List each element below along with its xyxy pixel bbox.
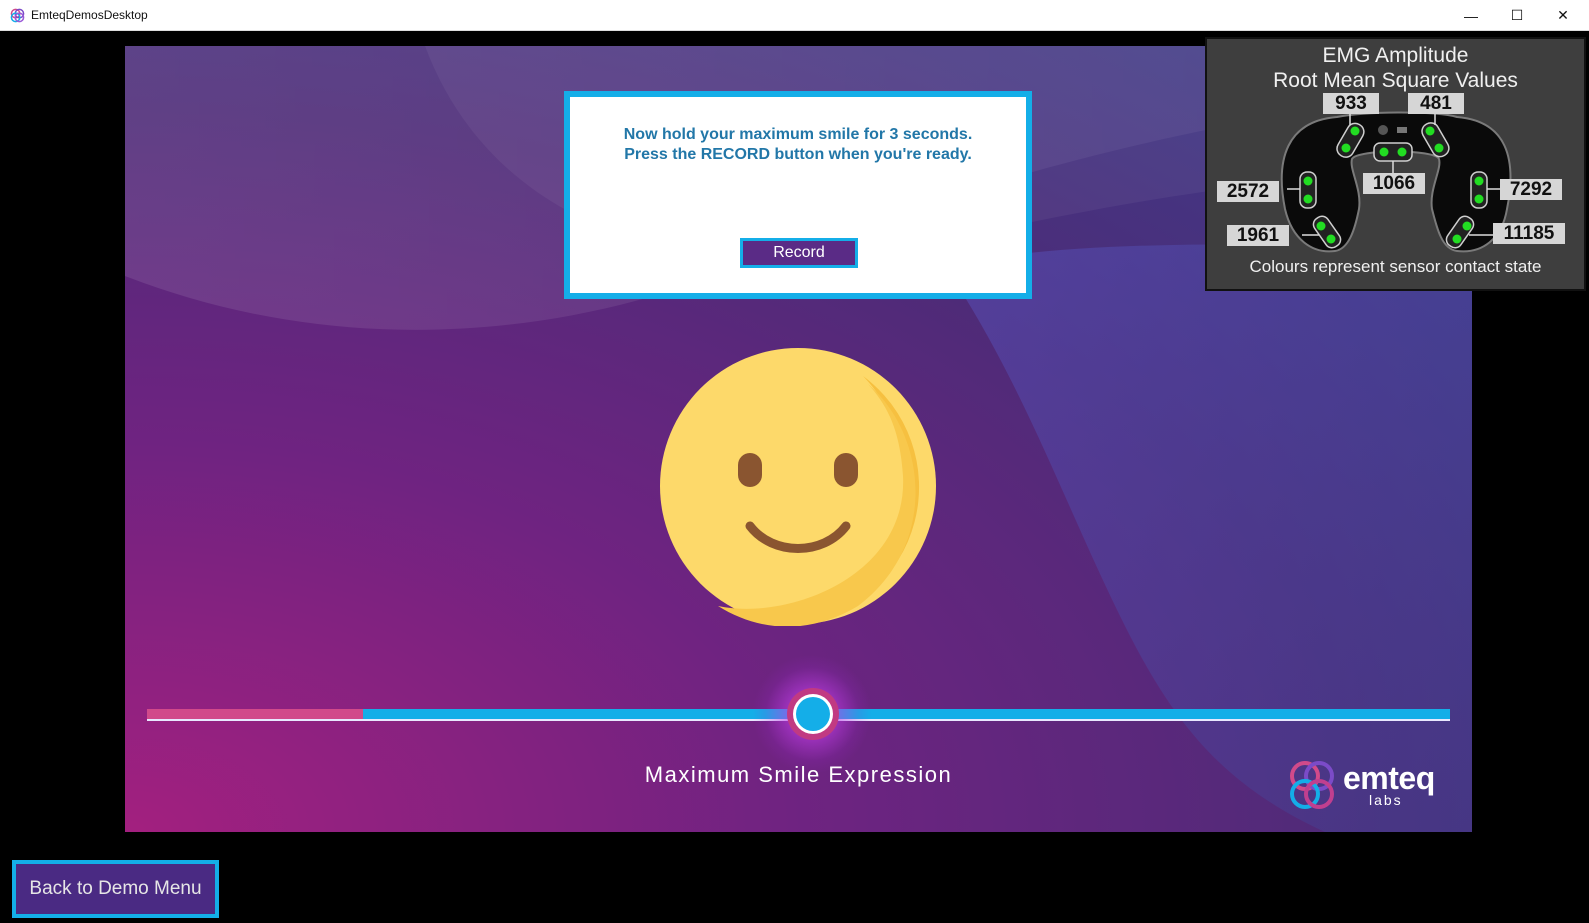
app-icon xyxy=(10,8,25,23)
headset-mask-diagram xyxy=(1280,111,1512,253)
maximize-icon: ☐ xyxy=(1510,7,1524,23)
window-titlebar: EmteqDemosDesktop — ☐ ✕ xyxy=(0,0,1589,31)
window-title: EmteqDemosDesktop xyxy=(31,8,148,22)
back-to-demo-menu-button[interactable]: Back to Demo Menu xyxy=(12,860,219,918)
expression-slider[interactable] xyxy=(147,654,1450,774)
smiley-face-icon xyxy=(660,348,936,626)
instruction-text: Now hold your maximum smile for 3 second… xyxy=(570,125,1026,165)
slider-progress-fill xyxy=(147,709,363,719)
emg-value-top-left: 933 xyxy=(1323,93,1379,114)
close-button[interactable]: ✕ xyxy=(1540,0,1586,31)
expression-label: Maximum Smile Expression xyxy=(644,762,953,787)
emg-value-right-low: 11185 xyxy=(1493,223,1565,244)
emg-value-left-mid: 2572 xyxy=(1217,181,1279,202)
emg-panel-caption: Colours represent sensor contact state xyxy=(1249,257,1542,276)
emteq-logo-mark-icon xyxy=(1290,761,1334,809)
slider-track xyxy=(363,709,1450,719)
minimize-button[interactable]: — xyxy=(1448,0,1494,31)
maximize-button[interactable]: ☐ xyxy=(1494,0,1540,31)
minimize-icon: — xyxy=(1464,7,1478,24)
instruction-dialog: Now hold your maximum smile for 3 second… xyxy=(564,91,1032,299)
instruction-line-2: Press the RECORD button when you're read… xyxy=(624,146,972,163)
emg-value-top-right: 481 xyxy=(1408,93,1464,114)
instruction-line-1: Now hold your maximum smile for 3 second… xyxy=(623,126,973,143)
emg-value-center: 1066 xyxy=(1363,173,1425,194)
emg-amplitude-panel: EMG Amplitude Root Mean Square Values 93… xyxy=(1205,37,1586,291)
slider-thumb-core xyxy=(796,697,830,731)
slider-thumb[interactable] xyxy=(787,688,839,740)
logo-subtitle: labs xyxy=(1369,792,1403,808)
emg-value-left-low: 1961 xyxy=(1227,225,1289,246)
close-icon: ✕ xyxy=(1557,7,1569,23)
emg-value-right-mid: 7292 xyxy=(1500,179,1562,200)
record-button[interactable]: Record xyxy=(740,238,858,268)
emteq-logo: emteq labs xyxy=(1285,758,1445,814)
